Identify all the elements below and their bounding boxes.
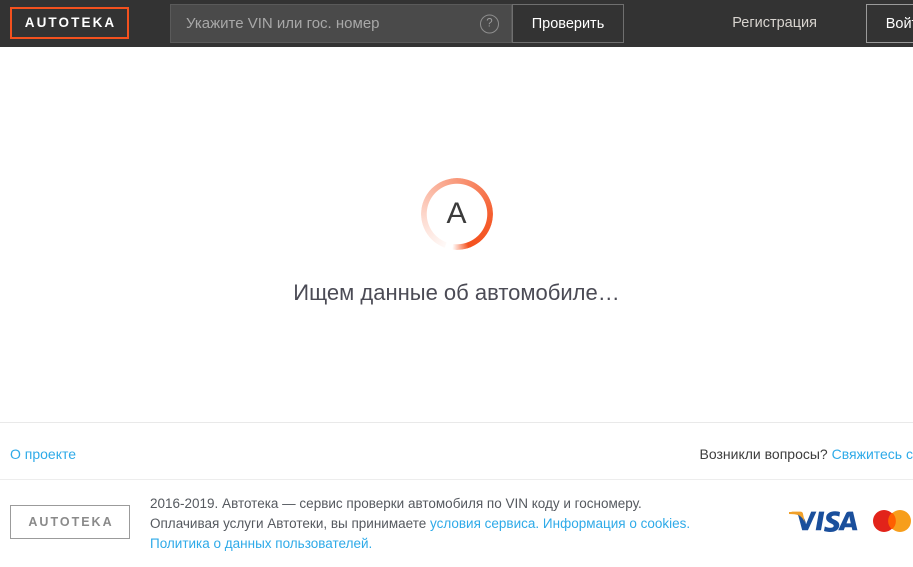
footer-copyright: 2016-2019. Автотека — сервис проверки ав…	[150, 494, 710, 554]
cookies-link[interactable]: Информация о cookies.	[543, 516, 690, 531]
payment-icons	[787, 506, 913, 536]
footer-logo[interactable]: AUTOTEKA	[10, 505, 130, 539]
login-button[interactable]: Войти	[866, 4, 913, 43]
visa-logo	[789, 511, 858, 532]
contact-block: Возникли вопросы? Свяжитесь с	[700, 446, 913, 462]
about-project-link[interactable]: О проекте	[10, 446, 76, 462]
page-root: AUTOTEKA ? Проверить Регистрация Войти И…	[0, 0, 913, 567]
check-button[interactable]: Проверить	[512, 4, 624, 43]
terms-link[interactable]: условия сервиса.	[430, 516, 539, 531]
question-circle-icon[interactable]: ?	[480, 14, 499, 33]
privacy-policy-link[interactable]: Политика о данных пользователей.	[150, 536, 372, 551]
vin-search-field[interactable]: ?	[170, 4, 512, 43]
contact-us-link[interactable]: Свяжитесь с	[832, 446, 913, 462]
footer-logo-text: AUTOTEKA	[28, 514, 114, 529]
copyright-line-1: 2016-2019. Автотека — сервис проверки ав…	[150, 496, 642, 511]
register-link[interactable]: Регистрация	[732, 15, 817, 31]
header-logo[interactable]: AUTOTEKA	[10, 7, 129, 39]
copyright-line-2-prefix: Оплачивая услуги Автотеки, вы принимаете	[150, 516, 430, 531]
footer-top: О проекте Возникли вопросы? Свяжитесь с	[0, 423, 913, 479]
site-header: AUTOTEKA ? Проверить Регистрация Войти	[0, 0, 913, 47]
header-logo-text: AUTOTEKA	[24, 15, 117, 31]
main-content: Ищем данные об автомобиле… A	[0, 47, 913, 422]
mastercard-logo	[873, 510, 911, 532]
copyright-line-3: Политика о данных пользователей.	[150, 534, 710, 554]
questions-label: Возникли вопросы?	[699, 446, 828, 462]
search-input[interactable]	[171, 5, 511, 42]
copyright-line-2: Оплачивая услуги Автотеки, вы принимаете…	[150, 514, 710, 534]
spinner-letter: A	[446, 197, 467, 230]
vin-search-group: ? Проверить	[170, 4, 624, 43]
footer-bottom: AUTOTEKA 2016-2019. Автотека — сервис пр…	[0, 480, 913, 567]
loading-text: Ищем данные об автомобиле…	[293, 280, 620, 305]
